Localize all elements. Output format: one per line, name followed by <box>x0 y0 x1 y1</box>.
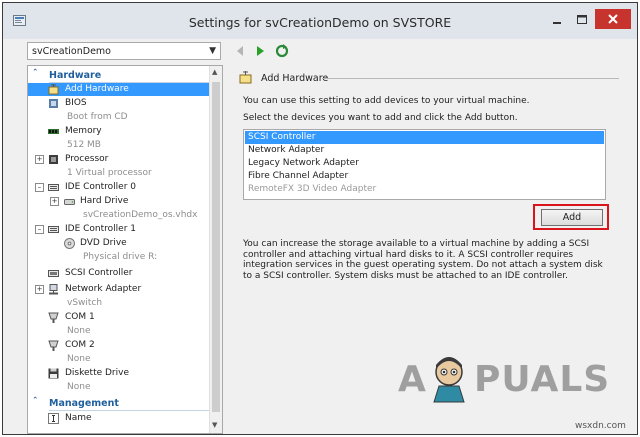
scroll-up-icon[interactable]: ▲ <box>212 68 217 76</box>
device-list[interactable]: SCSI Controller Network Adapter Legacy N… <box>243 129 606 200</box>
tree-item-dvd-drive-detail: Physical drive R: <box>83 252 158 262</box>
device-item-network-adapter[interactable]: Network Adapter <box>245 144 604 157</box>
vm-selector-dropdown[interactable]: svCreationDemo ▼ <box>27 42 221 60</box>
tree-item-processor[interactable]: + Processor <box>28 153 210 166</box>
maximize-icon <box>577 15 587 24</box>
add-button[interactable]: Add <box>541 209 603 226</box>
tree-item-hard-drive-detail: svCreationDemo_os.vhdx <box>83 210 198 220</box>
tree-item-name[interactable]: Name <box>28 412 210 425</box>
management-section-header[interactable]: ˆ Management <box>28 397 210 411</box>
management-header-label: Management <box>49 398 119 409</box>
site-watermark: wsxdn.com <box>575 421 626 431</box>
watermark-text-left: A <box>398 359 427 400</box>
collapse-icon: ˆ <box>33 397 38 407</box>
minimize-button[interactable] <box>545 11 569 29</box>
title-bar: Settings for svCreationDemo on SVSTORE <box>3 3 637 39</box>
tree-item-hard-drive[interactable]: + Hard Drive <box>28 195 210 208</box>
hardware-section-header[interactable]: ˆ Hardware <box>28 69 210 83</box>
tree-item-com1-detail: None <box>67 326 91 336</box>
watermark-text-right: PUALS <box>474 359 611 400</box>
minimize-icon <box>553 22 561 24</box>
scsi-controller-icon <box>48 270 59 277</box>
scroll-down-icon[interactable]: ▼ <box>212 421 217 429</box>
memory-icon <box>48 129 59 134</box>
device-item-fibre-channel-adapter[interactable]: Fibre Channel Adapter <box>245 170 604 183</box>
panel-divider <box>322 78 619 79</box>
name-field-icon <box>48 413 59 424</box>
close-button[interactable] <box>595 9 631 29</box>
device-item-remotefx-3d-video-adapter: RemoteFX 3D Video Adapter <box>248 184 377 194</box>
panel-title: Add Hardware <box>261 73 329 84</box>
toolbar: svCreationDemo ▼ <box>3 39 637 65</box>
refresh-icon[interactable] <box>275 44 289 58</box>
tree-item-ide-controller-1[interactable]: – IDE Controller 1 <box>28 223 210 236</box>
vm-selector-value: svCreationDemo <box>32 46 111 57</box>
diskette-icon <box>48 368 59 379</box>
tree-item-dvd-drive[interactable]: DVD Drive <box>28 237 210 250</box>
ide-controller-icon <box>48 184 59 191</box>
processor-icon <box>49 155 58 164</box>
expand-icon[interactable]: + <box>35 155 44 164</box>
scrollbar-thumb[interactable] <box>212 82 220 412</box>
bios-chip-icon <box>49 99 58 108</box>
device-item-scsi-controller[interactable]: SCSI Controller <box>245 131 604 144</box>
tree-item-processor-detail: 1 Virtual processor <box>67 168 152 178</box>
tree-item-ide-controller-0[interactable]: – IDE Controller 0 <box>28 181 210 194</box>
maximize-button[interactable] <box>570 11 594 29</box>
panel-info-text: You can increase the storage available t… <box>243 239 603 281</box>
window-title: Settings for svCreationDemo on SVSTORE <box>188 15 452 30</box>
com-port-icon <box>48 312 59 323</box>
watermark-logo: A PUALS <box>398 351 613 411</box>
collapse-icon: ˆ <box>33 69 38 79</box>
collapse-node-icon[interactable]: – <box>35 225 44 234</box>
close-icon <box>608 14 618 24</box>
tree-item-memory-detail: 512 MB <box>67 140 101 150</box>
mascot-icon <box>433 357 465 403</box>
tree-item-diskette-drive-detail: None <box>67 382 91 392</box>
tree-item-add-hardware[interactable]: Add Hardware <box>28 83 210 96</box>
expand-icon[interactable]: + <box>50 197 59 206</box>
ide-controller-icon <box>48 226 59 233</box>
collapse-node-icon[interactable]: – <box>35 183 44 192</box>
panel-description-1: You can use this setting to add devices … <box>243 96 530 106</box>
hardware-header-label: Hardware <box>49 70 102 81</box>
device-item-legacy-network-adapter[interactable]: Legacy Network Adapter <box>245 157 604 170</box>
expand-icon[interactable]: + <box>35 285 44 294</box>
tree-item-network-adapter-detail: vSwitch <box>67 298 103 308</box>
network-adapter-icon <box>49 284 58 295</box>
tree-scrollbar[interactable]: ▲ ▼ <box>209 66 222 433</box>
settings-window: Settings for svCreationDemo on SVSTORE s… <box>2 2 638 435</box>
tree-item-com1[interactable]: COM 1 <box>28 311 210 324</box>
panel-description-2: Select the devices you want to add and c… <box>243 113 518 123</box>
tree-item-diskette-drive[interactable]: Diskette Drive <box>28 367 210 380</box>
tree-item-memory[interactable]: Memory <box>28 125 210 138</box>
hard-drive-icon <box>64 199 75 205</box>
tree-item-network-adapter[interactable]: + Network Adapter <box>28 283 210 296</box>
tree-item-com2[interactable]: COM 2 <box>28 339 210 352</box>
chevron-down-icon: ▼ <box>209 46 216 56</box>
back-arrow-icon[interactable] <box>233 44 247 58</box>
hardware-tree[interactable]: ˆ Hardware Add Hardware BIOS Boot from C… <box>27 65 223 434</box>
tree-item-bios[interactable]: BIOS <box>28 97 210 110</box>
com-port-icon <box>48 340 59 351</box>
play-forward-icon[interactable] <box>253 44 267 58</box>
add-hardware-icon <box>48 84 59 95</box>
tree-item-scsi-controller[interactable]: SCSI Controller <box>28 267 210 280</box>
tree-item-com2-detail: None <box>67 354 91 364</box>
dvd-disc-icon <box>64 238 75 249</box>
add-hardware-icon <box>239 71 252 84</box>
tree-item-bios-detail: Boot from CD <box>67 112 128 122</box>
